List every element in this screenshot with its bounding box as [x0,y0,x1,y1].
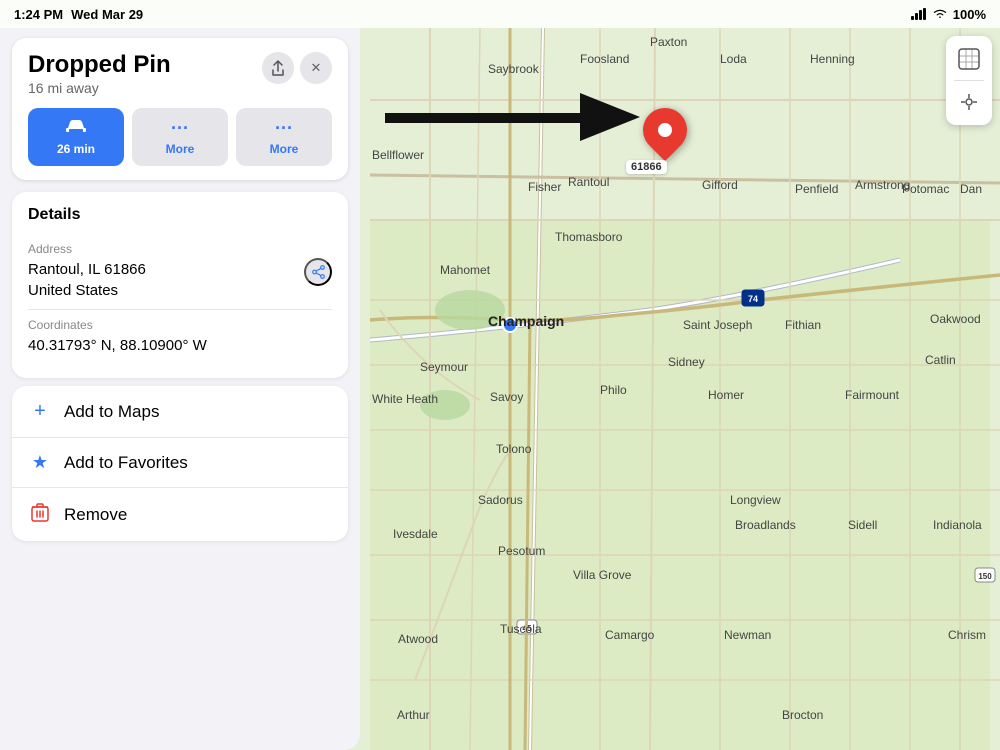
map-controls [946,36,992,125]
city-philo: Philo [600,383,627,397]
city-gifford: Gifford [702,178,738,192]
add-to-favorites-label: Add to Favorites [64,453,188,473]
city-tolono: Tolono [496,442,531,456]
details-title: Details [28,206,332,224]
panel-card: Dropped Pin 16 mi away ✕ 26 min [12,38,348,180]
city-atwood: Atwood [398,632,438,646]
city-fithian: Fithian [785,318,821,332]
car-icon [65,118,87,139]
city-champaign: Champaign [488,313,564,329]
more-button-2[interactable]: ··· More [236,108,332,166]
city-indianola: Indianola [933,518,982,532]
city-loda: Loda [720,52,747,66]
city-rantoul: Rantoul [568,175,609,189]
city-newman: Newman [724,628,771,642]
map-type-button[interactable] [950,40,988,78]
city-saintJoseph: Saint Joseph [683,318,752,332]
add-to-maps-item[interactable]: + Add to Maps [12,386,348,438]
details-card: Details Address Rantoul, IL 61866 United… [12,192,348,378]
trash-icon [28,502,52,527]
more-button-1[interactable]: ··· More [132,108,228,166]
arrow-annotation [385,85,650,150]
coordinates-label: Coordinates [28,318,332,332]
coordinates-row: Coordinates 40.31793° N, 88.10900° W [28,310,332,364]
city-saybrook: Saybrook [488,62,539,76]
add-to-maps-label: Add to Maps [64,402,159,422]
city-homer: Homer [708,388,744,402]
status-date: Wed Mar 29 [71,7,143,22]
city-chrism: Chrism [948,628,986,642]
city-sadorus: Sadorus [478,493,523,507]
star-icon: ★ [28,452,52,473]
battery-indicator: 100% [953,7,986,22]
sidebar-panel: Dropped Pin 16 mi away ✕ 26 min [0,28,360,750]
add-icon: + [28,400,52,423]
city-henning: Henning [810,52,855,66]
city-savoy: Savoy [490,390,523,404]
status-bar: 1:24 PM Wed Mar 29 100% [0,0,1000,28]
panel-title: Dropped Pin [28,52,171,78]
city-villaGrove: Villa Grove [573,568,631,582]
city-brocton: Brocton [782,708,823,722]
address-share-button[interactable] [304,258,332,286]
share-button[interactable] [262,52,294,84]
wifi-icon [932,8,948,20]
city-whiteHeath: White Heath [372,392,438,406]
more-label-1: More [166,142,195,156]
city-pesotum: Pesotum [498,544,545,558]
address-label: Address [28,242,146,256]
more-label-2: More [270,142,299,156]
drive-label: 26 min [57,142,95,156]
city-sidney: Sidney [668,355,705,369]
svg-text:150: 150 [978,572,992,581]
options-card: + Add to Maps ★ Add to Favorites Remove [12,386,348,541]
city-sidell: Sidell [848,518,877,532]
panel-subtitle: 16 mi away [28,80,171,96]
city-camargo: Camargo [605,628,654,642]
city-paxton: Paxton [650,35,687,49]
more-icon-2: ··· [275,118,293,139]
city-penfield: Penfield [795,182,838,196]
city-tuscola: Tuscola [500,622,542,636]
city-fisher: Fisher [528,180,561,194]
city-dan: Dan [960,182,982,196]
city-longview: Longview [730,493,781,507]
drive-button[interactable]: 26 min [28,108,124,166]
add-to-favorites-item[interactable]: ★ Add to Favorites [12,438,348,488]
city-thomasboro: Thomasboro [555,230,622,244]
city-foosland: Foosland [580,52,629,66]
pin-label: 61866 [626,160,667,174]
city-catlin: Catlin [925,353,956,367]
remove-label: Remove [64,505,127,525]
location-button[interactable] [950,83,988,121]
remove-item[interactable]: Remove [12,488,348,541]
city-oakwood: Oakwood [930,312,981,326]
signal-icon [911,8,927,20]
svg-text:74: 74 [748,294,758,304]
address-row: Address Rantoul, IL 61866 United States [28,234,332,310]
coordinates-value: 40.31793° N, 88.10900° W [28,335,332,356]
city-fairmount: Fairmount [845,388,899,402]
city-broadlands: Broadlands [735,518,796,532]
city-bellflower: Bellflower [372,148,424,162]
action-row: 26 min ··· More ··· More [28,108,332,166]
city-seymour: Seymour [420,360,468,374]
city-ivesdale: Ivesdale [393,527,438,541]
address-line2: United States [28,280,146,301]
city-mahomet: Mahomet [440,263,490,277]
address-line1: Rantoul, IL 61866 [28,259,146,280]
status-time: 1:24 PM [14,7,63,22]
close-button[interactable]: ✕ [300,52,332,84]
more-icon-1: ··· [171,118,189,139]
city-arthur: Arthur [397,708,430,722]
city-potomac: Potomac [902,182,949,196]
